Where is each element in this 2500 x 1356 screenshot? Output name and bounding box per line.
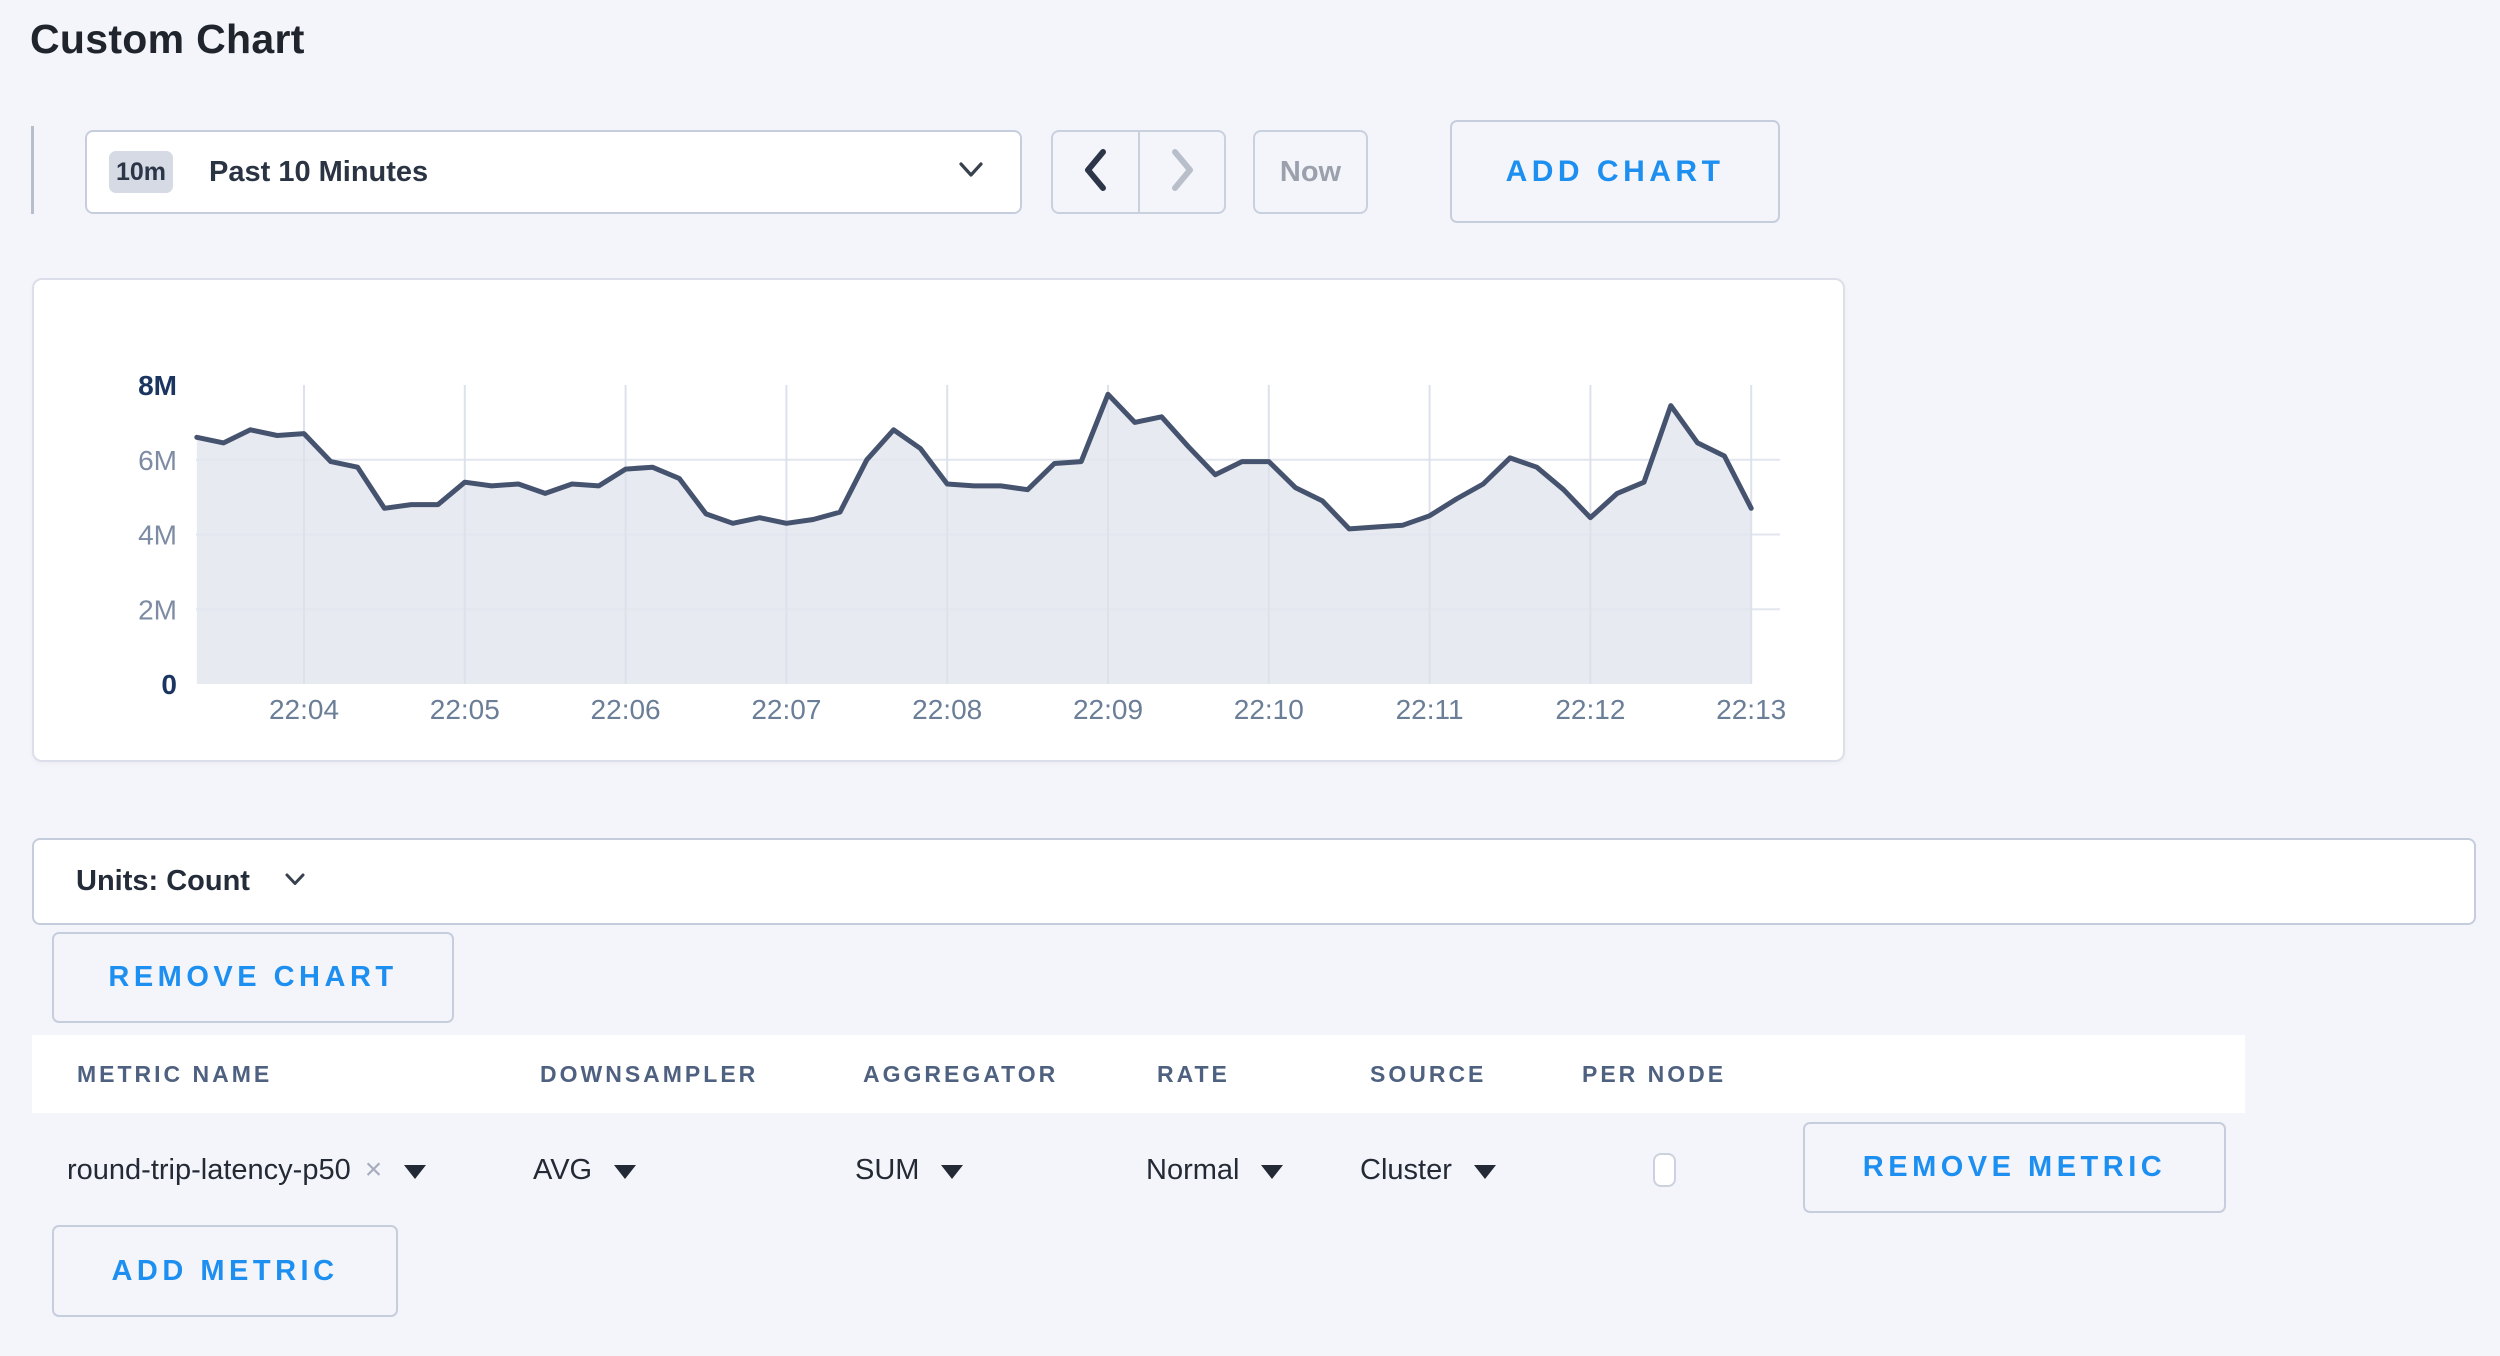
downsampler-select[interactable]: AVG <box>533 1135 636 1205</box>
chevron-down-icon <box>958 161 984 184</box>
metric-name-value: round-trip-latency-p50 <box>67 1154 351 1187</box>
toolbar-divider <box>31 126 34 214</box>
column-header-downsampler: DOWNSAMPLER <box>540 1035 758 1113</box>
x-axis-tick: 22:09 <box>1073 694 1143 725</box>
next-time-button[interactable] <box>1140 132 1225 212</box>
page-title: Custom Chart <box>30 16 305 63</box>
series-area-fill <box>197 394 1751 684</box>
metrics-table-header: METRIC NAME DOWNSAMPLER AGGREGATOR RATE … <box>32 1035 2245 1113</box>
rate-value: Normal <box>1146 1154 1239 1187</box>
chevron-left-icon <box>1080 147 1110 198</box>
aggregator-value: SUM <box>855 1154 919 1187</box>
caret-down-icon <box>1474 1165 1496 1179</box>
column-header-rate: RATE <box>1157 1035 1230 1113</box>
y-axis-tick: 4M <box>138 520 177 551</box>
add-chart-button[interactable]: ADD CHART <box>1450 120 1780 223</box>
column-header-per-node: PER NODE <box>1582 1035 1726 1113</box>
time-range-label: Past 10 Minutes <box>209 156 428 189</box>
source-select[interactable]: Cluster <box>1360 1135 1496 1205</box>
time-range-badge: 10m <box>109 151 173 193</box>
x-axis-tick: 22:11 <box>1396 694 1464 725</box>
prev-time-button[interactable] <box>1053 132 1140 212</box>
caret-down-icon <box>404 1165 426 1179</box>
units-dropdown[interactable]: Units: Count <box>32 838 2476 925</box>
remove-metric-button[interactable]: REMOVE METRIC <box>1803 1122 2226 1213</box>
column-header-source: SOURCE <box>1370 1035 1486 1113</box>
caret-down-icon <box>1261 1165 1283 1179</box>
time-range-dropdown[interactable]: 10m Past 10 Minutes <box>85 130 1022 214</box>
y-axis-tick: 8M <box>138 370 177 401</box>
y-axis-tick: 2M <box>138 594 177 625</box>
time-pager <box>1051 130 1226 214</box>
x-axis-tick: 22:12 <box>1555 694 1625 725</box>
per-node-checkbox[interactable] <box>1653 1153 1676 1187</box>
x-axis-tick: 22:06 <box>591 694 661 725</box>
y-axis-tick: 0 <box>161 669 177 700</box>
chevron-right-icon <box>1167 147 1197 198</box>
x-axis-tick: 22:10 <box>1234 694 1304 725</box>
chevron-down-icon <box>284 872 306 892</box>
x-axis-tick: 22:07 <box>751 694 821 725</box>
add-metric-button[interactable]: ADD METRIC <box>52 1225 398 1317</box>
chart-card: 0 2M 4M 6M 8M 22:04 22:05 22:06 22:07 22:08 22:09 2… <box>32 278 1845 762</box>
aggregator-select[interactable]: SUM <box>855 1135 963 1205</box>
x-axis-tick: 22:13 <box>1716 694 1786 725</box>
timeseries-area-chart: 0 2M 4M 6M 8M 22:04 22:05 22:06 22:07 22:08 22:09 2… <box>34 280 1843 760</box>
caret-down-icon <box>941 1165 963 1179</box>
units-label: Units: Count <box>76 865 250 898</box>
now-button[interactable]: Now <box>1253 130 1368 214</box>
rate-select[interactable]: Normal <box>1146 1135 1283 1205</box>
clear-metric-icon[interactable]: × <box>365 1153 383 1187</box>
y-axis-tick: 6M <box>138 445 177 476</box>
metric-name-select[interactable]: round-trip-latency-p50 × <box>67 1135 426 1205</box>
column-header-aggregator: AGGREGATOR <box>863 1035 1058 1113</box>
caret-down-icon <box>614 1165 636 1179</box>
x-axis-tick: 22:08 <box>912 694 982 725</box>
column-header-metric-name: METRIC NAME <box>77 1035 272 1113</box>
x-axis-tick: 22:05 <box>430 694 500 725</box>
downsampler-value: AVG <box>533 1154 592 1187</box>
x-axis-tick: 22:04 <box>269 694 339 725</box>
remove-chart-button[interactable]: REMOVE CHART <box>52 932 454 1023</box>
source-value: Cluster <box>1360 1154 1452 1187</box>
